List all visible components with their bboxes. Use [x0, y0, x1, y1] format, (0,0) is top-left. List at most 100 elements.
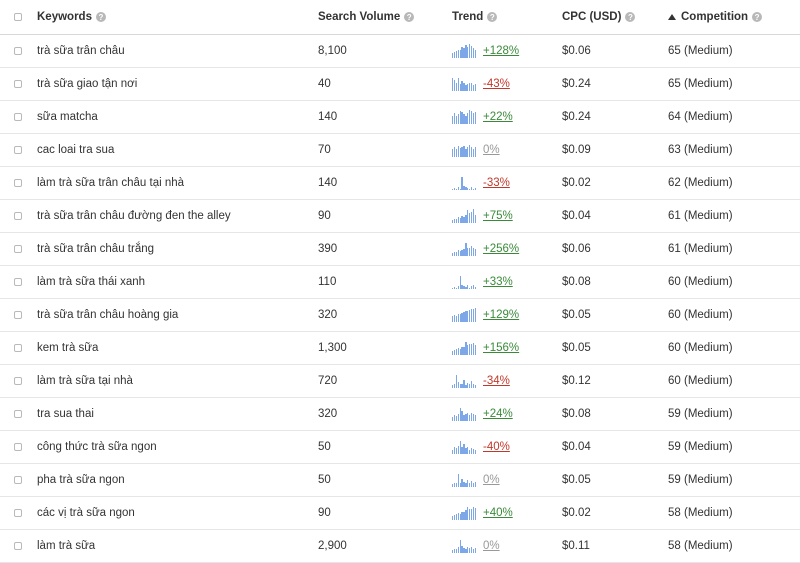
- trend-cell: +40%: [452, 497, 513, 529]
- competition-cell: 59 (Medium): [668, 398, 733, 430]
- keywords-column-header[interactable]: Keywords ?: [37, 0, 106, 34]
- info-icon[interactable]: ?: [404, 12, 415, 22]
- row-checkbox[interactable]: [14, 410, 22, 418]
- search-volume-header-label-wrap[interactable]: Search Volume ?: [318, 11, 415, 23]
- trend-percent-link[interactable]: 0%: [483, 144, 500, 156]
- trend-percent-link[interactable]: +129%: [483, 309, 519, 321]
- trend-cell: +156%: [452, 332, 519, 364]
- row-checkbox[interactable]: [14, 113, 22, 121]
- row-checkbox[interactable]: [14, 245, 22, 253]
- keyword-text[interactable]: trà sữa trân châu đường đen the alley: [37, 210, 231, 222]
- row-checkbox[interactable]: [14, 311, 22, 319]
- keyword-text[interactable]: làm trà sữa thái xanh: [37, 276, 145, 288]
- info-icon[interactable]: ?: [752, 12, 763, 22]
- row-checkbox[interactable]: [14, 344, 22, 352]
- row-checkbox[interactable]: [14, 47, 22, 55]
- keyword-text[interactable]: làm trà sữa tại nhà: [37, 375, 133, 387]
- keyword-cell: cac loai tra sua: [37, 134, 114, 166]
- row-checkbox[interactable]: [14, 146, 22, 154]
- keyword-text[interactable]: làm trà sữa trân châu tại nhà: [37, 177, 184, 189]
- cpc-column-header[interactable]: CPC (USD) ?: [562, 0, 636, 34]
- cpc-value: $0.04: [562, 210, 591, 222]
- trend-percent-link[interactable]: 0%: [483, 474, 500, 486]
- row-checkbox-cell: [14, 497, 28, 529]
- keyword-text[interactable]: trà sữa trân châu: [37, 45, 125, 57]
- row-checkbox[interactable]: [14, 179, 22, 187]
- trend-cell: +24%: [452, 398, 513, 430]
- table-row[interactable]: pha trà sữa ngon 50 0% $0.05 59 (Medium): [0, 464, 800, 497]
- table-row[interactable]: trà sữa trân châu hoàng gia 320 +129% $0.05…: [0, 299, 800, 332]
- trend-percent-link[interactable]: -40%: [483, 441, 510, 453]
- trend-cell: -40%: [452, 431, 510, 463]
- row-checkbox[interactable]: [14, 476, 22, 484]
- trend-percent-link[interactable]: +40%: [483, 507, 513, 519]
- keyword-text[interactable]: trà sữa trân châu hoàng gia: [37, 309, 178, 321]
- row-checkbox[interactable]: [14, 443, 22, 451]
- select-all-checkbox[interactable]: [14, 13, 22, 21]
- row-checkbox[interactable]: [14, 80, 22, 88]
- search-volume-value: 90: [318, 507, 331, 519]
- trend-percent-link[interactable]: +24%: [483, 408, 513, 420]
- trend-percent-link[interactable]: +128%: [483, 45, 519, 57]
- row-checkbox[interactable]: [14, 377, 22, 385]
- table-row[interactable]: cac loai tra sua 70 0% $0.09 63 (Medium): [0, 134, 800, 167]
- keyword-text[interactable]: sữa matcha: [37, 111, 98, 123]
- keyword-text[interactable]: công thức trà sữa ngon: [37, 441, 157, 453]
- table-row[interactable]: làm trà sữa 2,900 0% $0.11 58 (Medium): [0, 530, 800, 563]
- sort-ascending-icon[interactable]: [668, 14, 676, 20]
- sparkline-bar: [474, 450, 476, 454]
- info-icon[interactable]: ?: [487, 12, 498, 22]
- competition-cell: 59 (Medium): [668, 464, 733, 496]
- info-icon[interactable]: ?: [625, 12, 636, 22]
- trend-percent-link[interactable]: +33%: [483, 276, 513, 288]
- table-row[interactable]: công thức trà sữa ngon 50 -40% $0.04 59 (Med…: [0, 431, 800, 464]
- trend-percent-link[interactable]: +256%: [483, 243, 519, 255]
- trend-header-label-wrap[interactable]: Trend ?: [452, 11, 498, 23]
- search-volume-cell: 320: [318, 398, 337, 430]
- keyword-text[interactable]: các vị trà sữa ngon: [37, 507, 135, 519]
- keywords-header-label-wrap[interactable]: Keywords ?: [37, 11, 106, 23]
- trend-sparkline: [452, 374, 480, 388]
- trend-percent-link[interactable]: 0%: [483, 540, 500, 552]
- keyword-text[interactable]: tra sua thai: [37, 408, 94, 420]
- row-checkbox[interactable]: [14, 509, 22, 517]
- sparkline-bar: [474, 147, 476, 157]
- keyword-text[interactable]: kem trà sữa: [37, 342, 98, 354]
- search-volume-cell: 140: [318, 167, 337, 199]
- search-volume-column-header[interactable]: Search Volume ?: [318, 0, 415, 34]
- trend-percent-link[interactable]: -34%: [483, 375, 510, 387]
- trend-percent-link[interactable]: -43%: [483, 78, 510, 90]
- cpc-cell: $0.08: [562, 398, 591, 430]
- table-row[interactable]: tra sua thai 320 +24% $0.08 59 (Medium): [0, 398, 800, 431]
- table-row[interactable]: làm trà sữa tại nhà 720 -34% $0.12 60 (Mediu…: [0, 365, 800, 398]
- table-row[interactable]: kem trà sữa 1,300 +156% $0.05 60 (Medium): [0, 332, 800, 365]
- row-checkbox[interactable]: [14, 278, 22, 286]
- keyword-text[interactable]: làm trà sữa: [37, 540, 95, 552]
- keyword-text[interactable]: trà sữa trân châu trắng: [37, 243, 154, 255]
- table-row[interactable]: trà sữa trân châu 8,100 +128% $0.06 65 (Medi…: [0, 35, 800, 68]
- competition-column-header[interactable]: Competition ?: [668, 0, 763, 34]
- table-row[interactable]: các vị trà sữa ngon 90 +40% $0.02 58 (Medium…: [0, 497, 800, 530]
- keyword-cell: các vị trà sữa ngon: [37, 497, 135, 529]
- competition-header-label-wrap[interactable]: Competition ?: [668, 11, 763, 23]
- row-checkbox[interactable]: [14, 542, 22, 550]
- table-row[interactable]: trà sữa trân châu đường đen the alley 90 +…: [0, 200, 800, 233]
- info-icon[interactable]: ?: [95, 12, 106, 22]
- table-row[interactable]: trà sữa trân châu trắng 390 +256% $0.06 61 (…: [0, 233, 800, 266]
- trend-percent-link[interactable]: +156%: [483, 342, 519, 354]
- trend-percent-link[interactable]: +75%: [483, 210, 513, 222]
- keyword-text[interactable]: cac loai tra sua: [37, 144, 114, 156]
- table-header: Keywords ? Search Volume ? Trend ? CPC (…: [0, 0, 800, 35]
- keyword-text[interactable]: trà sữa giao tận nơi: [37, 78, 137, 90]
- cpc-header-label-wrap[interactable]: CPC (USD) ?: [562, 11, 636, 23]
- table-row[interactable]: trà sữa giao tận nơi 40 -43% $0.24 65 (Mediu…: [0, 68, 800, 101]
- trend-percent-link[interactable]: +22%: [483, 111, 513, 123]
- search-volume-cell: 140: [318, 101, 337, 133]
- keyword-text[interactable]: pha trà sữa ngon: [37, 474, 125, 486]
- trend-column-header[interactable]: Trend ?: [452, 0, 498, 34]
- row-checkbox[interactable]: [14, 212, 22, 220]
- table-row[interactable]: sữa matcha 140 +22% $0.24 64 (Medium): [0, 101, 800, 134]
- table-row[interactable]: làm trà sữa trân châu tại nhà 140 -33% $0.0…: [0, 167, 800, 200]
- table-row[interactable]: làm trà sữa thái xanh 110 +33% $0.08 60 (Med…: [0, 266, 800, 299]
- trend-percent-link[interactable]: -33%: [483, 177, 510, 189]
